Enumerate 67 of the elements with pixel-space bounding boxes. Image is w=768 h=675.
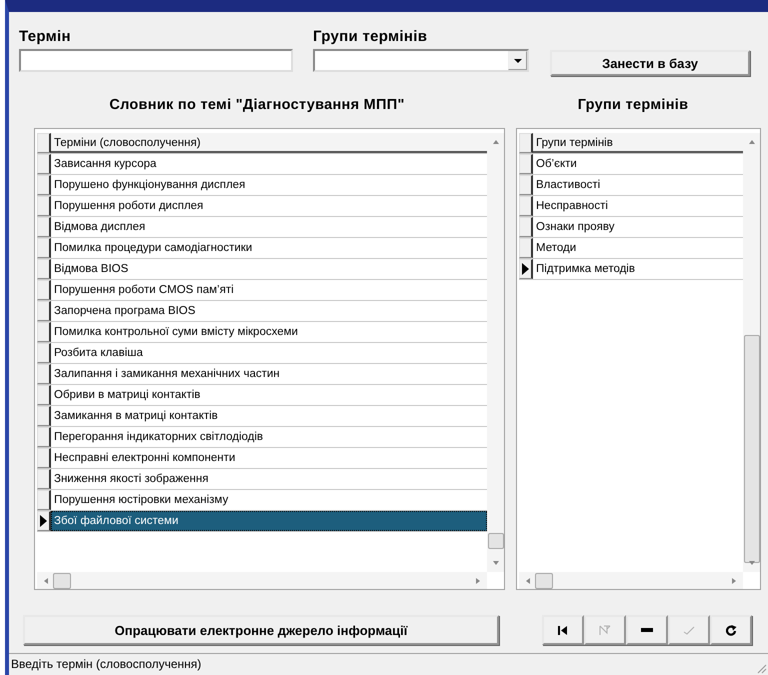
field-label: Групи термінів — [313, 28, 428, 47]
section-title: Групи термінів — [576, 97, 690, 115]
table-cell[interactable]: Збої файлової системи — [51, 511, 487, 531]
row-indicator[interactable] — [37, 217, 51, 237]
check-icon — [683, 626, 695, 634]
column-header[interactable]: Групи термінів — [533, 133, 743, 153]
row-indicator[interactable] — [519, 175, 533, 195]
row-indicator[interactable] — [37, 511, 51, 531]
row-indicator[interactable] — [519, 259, 533, 279]
row-indicator[interactable] — [37, 364, 51, 384]
row-indicator[interactable] — [519, 238, 533, 258]
row-indicator[interactable] — [37, 322, 51, 342]
column-header[interactable]: Терміни (словосполучення) — [51, 133, 487, 153]
row-indicator[interactable] — [37, 301, 51, 321]
data-grid[interactable] — [34, 128, 505, 590]
row-indicator[interactable] — [37, 469, 51, 489]
row-indicator[interactable] — [519, 154, 533, 174]
dropdown-arrow-icon — [514, 58, 522, 62]
down-arrow-icon[interactable] — [493, 560, 499, 566]
row-indicator[interactable] — [37, 448, 51, 468]
down-arrow-icon[interactable] — [749, 560, 755, 566]
navigator-button[interactable] — [710, 615, 752, 645]
row-indicator[interactable] — [37, 427, 51, 447]
row-indicator[interactable] — [37, 406, 51, 426]
process-button[interactable]: Опрацювати електронне джерело інформації — [23, 615, 499, 645]
field-label: Термін — [19, 28, 72, 47]
horizontal-scrollbar[interactable] — [519, 572, 743, 589]
row-indicator[interactable] — [37, 238, 51, 258]
row-indicator[interactable] — [37, 259, 51, 279]
vertical-scrollbar[interactable] — [743, 133, 760, 572]
left-arrow-icon[interactable] — [525, 578, 531, 584]
navigator-button[interactable] — [626, 615, 668, 645]
resize-grip-icon[interactable] — [755, 662, 767, 674]
vertical-scrollbar[interactable] — [487, 133, 504, 572]
row-indicator[interactable] — [37, 175, 51, 195]
up-arrow-icon[interactable] — [749, 139, 755, 145]
right-arrow-icon[interactable] — [475, 578, 481, 584]
row-indicator[interactable] — [37, 196, 51, 216]
refresh-icon — [726, 624, 736, 636]
row-indicator[interactable] — [519, 217, 533, 237]
status-bar: Введіть термін (словосполучення) — [9, 653, 768, 675]
save-button[interactable]: Занести в базу — [550, 50, 750, 76]
scroll-thumb[interactable] — [53, 573, 71, 589]
row-indicator[interactable] — [37, 343, 51, 363]
right-arrow-icon[interactable] — [731, 578, 737, 584]
row-indicator[interactable] — [519, 196, 533, 216]
up-arrow-icon[interactable] — [493, 139, 499, 145]
section-title: Словник по темі "Діагностування МПП" — [108, 97, 406, 115]
navigator-button[interactable] — [542, 615, 584, 645]
row-indicator — [37, 133, 51, 153]
row-indicator[interactable] — [37, 385, 51, 405]
row-indicator[interactable] — [37, 490, 51, 510]
first-record-icon — [558, 626, 568, 634]
row-indicator — [519, 133, 533, 153]
groups-dropdown[interactable] — [313, 49, 529, 72]
scroll-thumb[interactable] — [535, 573, 553, 589]
left-arrow-icon[interactable] — [43, 578, 49, 584]
data-grid[interactable]: Групи термінів Об’єкти Властивості Несправності Ознаки прояву Методи Підтримка методів — [516, 128, 761, 590]
term-input[interactable] — [19, 49, 293, 72]
scroll-thumb[interactable] — [488, 533, 504, 549]
horizontal-scrollbar[interactable] — [37, 572, 487, 589]
row-indicator[interactable] — [37, 280, 51, 300]
current-row-icon — [40, 515, 47, 527]
row-indicator[interactable] — [37, 154, 51, 174]
scroll-thumb[interactable] — [744, 335, 760, 563]
minus-icon — [641, 628, 653, 632]
current-row-icon — [522, 263, 529, 275]
